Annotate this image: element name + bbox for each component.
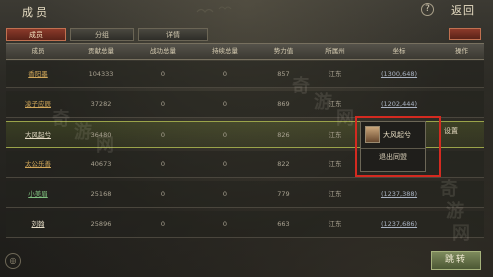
avatar [365, 126, 380, 143]
member-name[interactable]: 香阳墨 [6, 61, 70, 87]
coord-link[interactable]: (1300,648) [359, 61, 439, 87]
settings-button[interactable]: 设置 [444, 126, 458, 136]
col-header-state[interactable]: 所属州 [311, 44, 359, 59]
merit-value: 0 [160, 190, 166, 198]
col-header-contribution[interactable]: 贡献总量 [70, 44, 132, 59]
power-value: 857 [277, 70, 290, 78]
member-context-menu: 大风起兮 退出同盟 [360, 121, 426, 172]
power-value: 779 [277, 190, 290, 198]
col-header-merit[interactable]: 战功总量 [132, 44, 194, 59]
contribution-value: 25896 [90, 220, 112, 228]
coord-link[interactable]: (1237,686) [359, 211, 439, 237]
table-row[interactable]: 刘翰 25896 0 0 663 江东 (1237,686) [6, 211, 484, 238]
power-value: 869 [277, 100, 290, 108]
birds-decoration [196, 6, 232, 13]
state-value: 江东 [328, 190, 342, 198]
member-name[interactable]: 大风起兮 [6, 122, 70, 147]
sustain-value: 0 [222, 131, 228, 139]
col-header-action: 操作 [455, 47, 468, 55]
contribution-value: 36480 [90, 131, 112, 139]
leave-alliance-button[interactable]: 退出同盟 [361, 152, 425, 162]
merit-value: 0 [160, 220, 166, 228]
table-row[interactable]: 小美眉 25168 0 0 779 江东 (1237,388) [6, 181, 484, 208]
merit-value: 0 [160, 70, 166, 78]
merit-value: 0 [160, 100, 166, 108]
tab-groups[interactable]: 分组 [70, 28, 134, 41]
tab-details[interactable]: 详情 [138, 28, 208, 41]
table-row[interactable]: 凌子应辰 37282 0 0 869 江东 (1202,444) [6, 91, 484, 118]
contribution-value: 40673 [90, 160, 112, 168]
sustain-value: 0 [222, 220, 228, 228]
col-header-member[interactable]: 成员 [6, 44, 70, 59]
member-name[interactable]: 太公乐善 [6, 151, 70, 177]
coord-link[interactable]: (1237,388) [359, 181, 439, 207]
power-value: 826 [277, 131, 290, 139]
member-name[interactable]: 小美眉 [6, 181, 70, 207]
state-value: 江东 [328, 160, 342, 168]
state-value: 江东 [328, 131, 342, 139]
table-row[interactable]: 香阳墨 104333 0 0 857 江东 (1300,648) [6, 61, 484, 88]
sustain-value: 0 [222, 100, 228, 108]
state-value: 江东 [328, 220, 342, 228]
transfer-button[interactable]: 跳转 [431, 251, 481, 270]
merit-value: 0 [160, 131, 166, 139]
col-header-coord[interactable]: 坐标 [359, 44, 439, 59]
sustain-value: 0 [222, 70, 228, 78]
page-title: 成员 [22, 6, 50, 19]
popup-member-name: 大风起兮 [383, 131, 411, 139]
sustain-value: 0 [222, 190, 228, 198]
divider [361, 148, 425, 149]
contribution-value: 104333 [88, 70, 114, 78]
sustain-value: 0 [222, 160, 228, 168]
contribution-value: 25168 [90, 190, 112, 198]
state-value: 江东 [328, 70, 342, 78]
tab-members[interactable]: 成员 [6, 28, 66, 41]
coord-link[interactable]: (1202,444) [359, 91, 439, 117]
tab-bar: 成员 分组 详情 [6, 28, 208, 41]
col-header-power[interactable]: 势力值 [256, 44, 311, 59]
power-value: 663 [277, 220, 290, 228]
col-header-sustain[interactable]: 持续总量 [194, 44, 256, 59]
sort-button[interactable] [449, 28, 481, 40]
state-value: 江东 [328, 100, 342, 108]
help-button[interactable]: ? [421, 3, 434, 16]
power-value: 822 [277, 160, 290, 168]
back-button[interactable]: 返回 [451, 2, 475, 18]
merit-value: 0 [160, 160, 166, 168]
corner-icon: ◎ [5, 253, 21, 269]
contribution-value: 37282 [90, 100, 112, 108]
member-name[interactable]: 刘翰 [6, 211, 70, 237]
member-name[interactable]: 凌子应辰 [6, 91, 70, 117]
table-header: 成员 贡献总量 战功总量 持续总量 势力值 所属州 坐标 操作 [6, 43, 484, 60]
